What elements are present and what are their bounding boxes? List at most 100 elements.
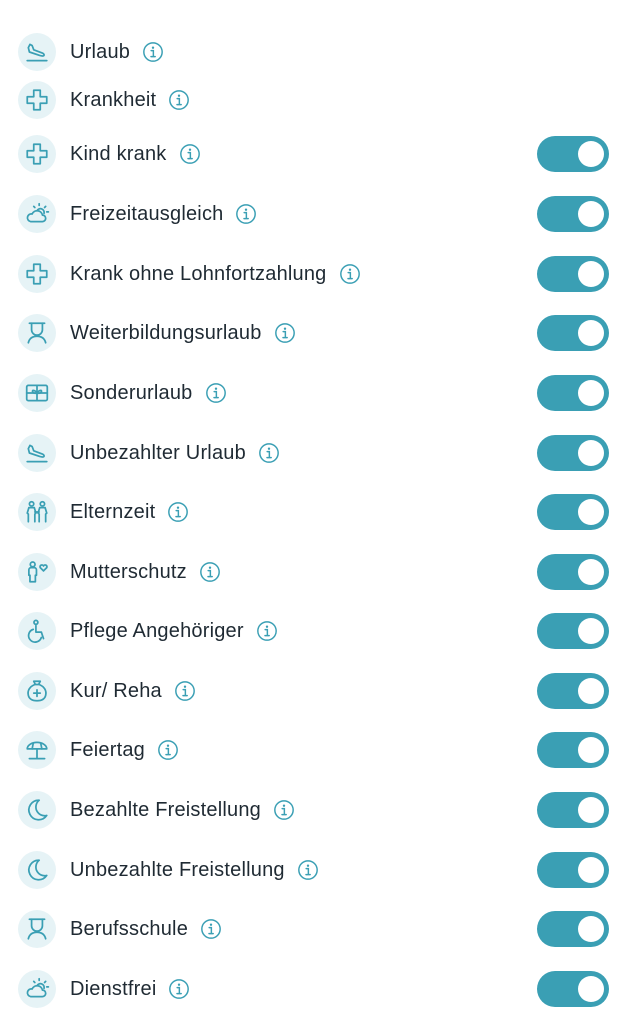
airplane-landing-icon xyxy=(18,434,56,472)
list-item-unbezahlter-urlaub: Unbezahlter Urlaub xyxy=(0,430,639,478)
item-label: Elternzeit xyxy=(70,500,156,523)
info-icon[interactable] xyxy=(273,799,295,821)
item-label: Freizeitausgleich xyxy=(70,202,224,225)
list-item-unbezahlte-freistellung: Unbezahlte Freistellung xyxy=(0,847,639,895)
toggle-knob xyxy=(578,440,604,466)
label-group: Dienstfrei xyxy=(70,966,190,1012)
info-icon[interactable] xyxy=(339,263,361,285)
toggle-switch-kur-reha[interactable] xyxy=(537,673,609,709)
label-group: Unbezahlte Freistellung xyxy=(70,847,319,893)
toggle-switch-bezahlte-freistellung[interactable] xyxy=(537,792,609,828)
toggle-knob xyxy=(578,380,604,406)
item-label: Mutterschutz xyxy=(70,560,187,583)
moon-icon xyxy=(18,851,56,889)
label-group: Elternzeit xyxy=(70,489,189,535)
info-icon[interactable] xyxy=(205,382,227,404)
label-group: Mutterschutz xyxy=(70,549,221,595)
toggle-knob xyxy=(578,618,604,644)
info-icon[interactable] xyxy=(179,143,201,165)
parents-icon xyxy=(18,493,56,531)
item-label: Krank ohne Lohnfortzahlung xyxy=(70,262,327,285)
toggle-switch-freizeitausgleich[interactable] xyxy=(537,196,609,232)
list-item-pflege-angehoeriger: Pflege Angehöriger xyxy=(0,608,639,656)
toggle-switch-kind-krank[interactable] xyxy=(537,136,609,172)
item-label: Feiertag xyxy=(70,738,145,761)
info-icon[interactable] xyxy=(168,89,190,111)
info-icon[interactable] xyxy=(258,442,280,464)
list-item-bezahlte-freistellung: Bezahlte Freistellung xyxy=(0,787,639,835)
info-icon[interactable] xyxy=(200,918,222,940)
toggle-knob xyxy=(578,559,604,585)
item-label: Kind krank xyxy=(70,142,167,165)
info-icon[interactable] xyxy=(157,739,179,761)
wheelchair-icon xyxy=(18,612,56,650)
medical-cross-icon xyxy=(18,81,56,119)
toggle-switch-sonderurlaub[interactable] xyxy=(537,375,609,411)
graduate-icon xyxy=(18,910,56,948)
info-icon[interactable] xyxy=(235,203,257,225)
person-heart-icon xyxy=(18,553,56,591)
list-item-weiterbildungsurlaub: Weiterbildungsurlaub xyxy=(0,310,639,358)
label-group: Freizeitausgleich xyxy=(70,191,257,237)
medical-cross-icon xyxy=(18,255,56,293)
list-item-berufsschule: Berufsschule xyxy=(0,906,639,954)
airplane-landing-icon xyxy=(18,33,56,71)
toggle-switch-berufsschule[interactable] xyxy=(537,911,609,947)
list-item-mutterschutz: Mutterschutz xyxy=(0,549,639,597)
info-icon[interactable] xyxy=(199,561,221,583)
toggle-knob xyxy=(578,857,604,883)
label-group: Krankheit xyxy=(70,77,190,123)
item-label: Berufsschule xyxy=(70,917,189,940)
info-icon[interactable] xyxy=(274,322,296,344)
medical-cross-icon xyxy=(18,135,56,173)
toggle-knob xyxy=(578,261,604,287)
item-label: Krankheit xyxy=(70,88,157,111)
list-item-kind-krank: Kind krank xyxy=(0,131,639,179)
item-label: Weiterbildungsurlaub xyxy=(70,321,262,344)
item-label: Unbezahlter Urlaub xyxy=(70,441,246,464)
label-group: Feiertag xyxy=(70,727,179,773)
moon-icon xyxy=(18,791,56,829)
info-icon[interactable] xyxy=(297,859,319,881)
toggle-switch-feiertag[interactable] xyxy=(537,732,609,768)
label-group: Kind krank xyxy=(70,131,201,177)
sun-cloud-icon xyxy=(18,970,56,1008)
toggle-switch-pflege-angehoeriger[interactable] xyxy=(537,613,609,649)
label-group: Sonderurlaub xyxy=(70,370,227,416)
toggle-switch-unbezahlte-freistellung[interactable] xyxy=(537,852,609,888)
info-icon[interactable] xyxy=(168,978,190,1000)
toggle-switch-elternzeit[interactable] xyxy=(537,494,609,530)
toggle-switch-mutterschutz[interactable] xyxy=(537,554,609,590)
label-group: Kur/ Reha xyxy=(70,668,196,714)
list-item-krank-ohne-lohnfortzahlung: Krank ohne Lohnfortzahlung xyxy=(0,251,639,299)
toggle-knob xyxy=(578,499,604,525)
info-icon[interactable] xyxy=(256,620,278,642)
gift-card-icon xyxy=(18,374,56,412)
label-group: Krank ohne Lohnfortzahlung xyxy=(70,251,361,297)
toggle-switch-dienstfrei[interactable] xyxy=(537,971,609,1007)
list-item-urlaub: Urlaub xyxy=(0,29,639,77)
graduate-icon xyxy=(18,314,56,352)
list-item-sonderurlaub: Sonderurlaub xyxy=(0,370,639,418)
list-item-dienstfrei: Dienstfrei xyxy=(0,966,639,1014)
absence-type-list: Urlaub Krankheit Kind krank Freizeitausglei… xyxy=(0,0,639,1021)
item-label: Pflege Angehöriger xyxy=(70,619,244,642)
label-group: Unbezahlter Urlaub xyxy=(70,430,280,476)
list-item-freizeitausgleich: Freizeitausgleich xyxy=(0,191,639,239)
label-group: Bezahlte Freistellung xyxy=(70,787,295,833)
toggle-knob xyxy=(578,201,604,227)
list-item-feiertag: Feiertag xyxy=(0,727,639,775)
medical-bag-icon xyxy=(18,672,56,710)
toggle-switch-weiterbildungsurlaub[interactable] xyxy=(537,315,609,351)
info-icon[interactable] xyxy=(174,680,196,702)
toggle-knob xyxy=(578,141,604,167)
toggle-knob xyxy=(578,797,604,823)
info-icon[interactable] xyxy=(167,501,189,523)
toggle-knob xyxy=(578,678,604,704)
toggle-switch-unbezahlter-urlaub[interactable] xyxy=(537,435,609,471)
info-icon[interactable] xyxy=(142,41,164,63)
toggle-knob xyxy=(578,737,604,763)
toggle-switch-krank-ohne-lohnfortzahlung[interactable] xyxy=(537,256,609,292)
beach-umbrella-icon xyxy=(18,731,56,769)
list-item-kur-reha: Kur/ Reha xyxy=(0,668,639,716)
